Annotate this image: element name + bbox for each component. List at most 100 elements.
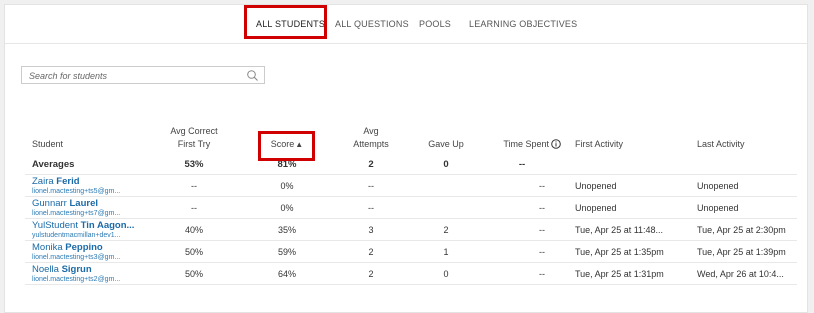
avg-correct-value: 53% <box>143 154 245 175</box>
student-email: lionel.mactesting+ts2@gm... <box>32 275 121 283</box>
avg-score-value: 81% <box>245 154 329 175</box>
tab-learning-objectives[interactable]: LEARNING OBJECTIVES <box>469 5 577 43</box>
info-icon[interactable] <box>551 139 561 149</box>
score-cell: 35% <box>245 218 329 241</box>
last-activity-cell: Tue, Apr 25 at 1:39pm <box>687 240 797 263</box>
tab-all-students[interactable]: ALL STUDENTS <box>256 5 325 43</box>
attempts-cell: 2 <box>329 240 413 263</box>
time-spent-cell: -- <box>479 262 565 285</box>
col-student[interactable]: Student <box>25 125 143 154</box>
table-row[interactable]: Zaira Ferid lionel.mactesting+ts5@gm... … <box>25 174 797 197</box>
student-first-name: Gunnarr <box>32 197 67 209</box>
student-last-name: Tin Aagon... <box>80 219 135 231</box>
search-box <box>21 66 265 85</box>
col-avg-correct-line2: First Try <box>177 139 211 149</box>
col-avg-correct-line1: Avg Correct <box>170 126 218 136</box>
first-activity-cell: Tue, Apr 25 at 11:48... <box>565 218 687 241</box>
time-spent-cell: -- <box>479 218 565 241</box>
avg-correct-cell: 40% <box>143 218 245 241</box>
score-cell: 64% <box>245 262 329 285</box>
student-cell: Noella Sigrun lionel.mactesting+ts2@gm..… <box>25 262 143 285</box>
student-cell: Gunnarr Laurel lionel.mactesting+ts7@gm.… <box>25 196 143 219</box>
student-last-name: Peppino <box>65 241 103 253</box>
tab-pools[interactable]: POOLS <box>419 5 451 43</box>
first-activity-cell: Unopened <box>565 174 687 197</box>
avg-attempts-value: 2 <box>329 154 413 175</box>
last-activity-cell: Tue, Apr 25 at 2:30pm <box>687 218 797 241</box>
attempts-cell: 2 <box>329 262 413 285</box>
attempts-cell: 3 <box>329 218 413 241</box>
student-last-name: Ferid <box>56 175 80 187</box>
gave-up-cell <box>413 174 479 197</box>
student-last-name: Laurel <box>69 197 99 209</box>
avg-first-activity <box>565 154 687 175</box>
last-activity-cell: Unopened <box>687 174 797 197</box>
attempts-cell: -- <box>329 196 413 219</box>
table-row[interactable]: YulStudent Tin Aagon... yulstudentmacmil… <box>25 218 797 241</box>
averages-row: Averages 53% 81% 2 0 -- <box>25 154 797 175</box>
student-email: lionel.mactesting+ts7@gm... <box>32 209 121 217</box>
time-spent-cell: -- <box>479 196 565 219</box>
student-name-link[interactable]: Gunnarr Laurel <box>32 198 141 209</box>
attempts-cell: -- <box>329 174 413 197</box>
table-row[interactable]: Gunnarr Laurel lionel.mactesting+ts7@gm.… <box>25 196 797 219</box>
student-email: lionel.mactesting+ts3@gm... <box>32 253 121 261</box>
avg-correct-cell: -- <box>143 174 245 197</box>
tab-all-questions[interactable]: ALL QUESTIONS <box>335 5 409 43</box>
col-avg-attempts[interactable]: Avg Attempts <box>329 125 413 154</box>
col-avg-attempts-line1: Avg <box>363 126 379 136</box>
col-gave-up[interactable]: Gave Up <box>413 125 479 154</box>
col-time-spent[interactable]: Time Spent <box>479 125 565 154</box>
student-first-name: Monika <box>32 241 63 253</box>
table-header-row: Student Avg Correct First Try Score▲ Avg A… <box>25 125 797 154</box>
gave-up-cell: 0 <box>413 262 479 285</box>
students-table: Student Avg Correct First Try Score▲ Avg A… <box>25 125 797 285</box>
sort-up-icon: ▲ <box>295 140 304 149</box>
tab-bar: ALL STUDENTS ALL QUESTIONS POOLS LEARNIN… <box>5 5 807 44</box>
table-row[interactable]: Monika Peppino lionel.mactesting+ts3@gm.… <box>25 240 797 263</box>
time-spent-cell: -- <box>479 174 565 197</box>
col-time-spent-label: Time Spent <box>503 139 549 149</box>
table-row[interactable]: Noella Sigrun lionel.mactesting+ts2@gm..… <box>25 262 797 285</box>
avg-gave-up-value: 0 <box>413 154 479 175</box>
col-first-activity[interactable]: First Activity <box>565 125 687 154</box>
col-score-label: Score <box>270 139 295 149</box>
avg-correct-cell: 50% <box>143 262 245 285</box>
search-input[interactable] <box>22 67 251 85</box>
last-activity-cell: Wed, Apr 26 at 10:4... <box>687 262 797 285</box>
student-report-panel: ALL STUDENTS ALL QUESTIONS POOLS LEARNIN… <box>4 4 808 313</box>
col-avg-correct[interactable]: Avg Correct First Try <box>143 125 245 154</box>
score-cell: 59% <box>245 240 329 263</box>
student-name-link[interactable]: Noella Sigrun <box>32 264 141 275</box>
student-cell: YulStudent Tin Aagon... yulstudentmacmil… <box>25 218 143 241</box>
col-score[interactable]: Score▲ <box>245 125 329 154</box>
first-activity-cell: Unopened <box>565 196 687 219</box>
col-avg-attempts-line2: Attempts <box>353 139 389 149</box>
first-activity-cell: Tue, Apr 25 at 1:31pm <box>565 262 687 285</box>
student-last-name: Sigrun <box>61 263 92 275</box>
search-icon[interactable] <box>246 69 259 82</box>
student-first-name: YulStudent <box>32 219 78 231</box>
student-name-link[interactable]: YulStudent Tin Aagon... <box>32 220 141 231</box>
avg-correct-cell: 50% <box>143 240 245 263</box>
student-cell: Monika Peppino lionel.mactesting+ts3@gm.… <box>25 240 143 263</box>
student-name-link[interactable]: Monika Peppino <box>32 242 141 253</box>
student-cell: Zaira Ferid lionel.mactesting+ts5@gm... <box>25 174 143 197</box>
avg-correct-cell: -- <box>143 196 245 219</box>
student-name-link[interactable]: Zaira Ferid <box>32 176 141 187</box>
avg-time-spent-value: -- <box>479 154 565 175</box>
score-cell: 0% <box>245 196 329 219</box>
gave-up-cell <box>413 196 479 219</box>
student-first-name: Noella <box>32 263 59 275</box>
averages-label: Averages <box>25 154 143 175</box>
gave-up-cell: 1 <box>413 240 479 263</box>
student-email: lionel.mactesting+ts5@gm... <box>32 187 121 195</box>
first-activity-cell: Tue, Apr 25 at 1:35pm <box>565 240 687 263</box>
avg-last-activity <box>687 154 797 175</box>
score-cell: 0% <box>245 174 329 197</box>
student-email: yulstudentmacmillan+dev1... <box>32 231 121 239</box>
gave-up-cell: 2 <box>413 218 479 241</box>
time-spent-cell: -- <box>479 240 565 263</box>
col-last-activity[interactable]: Last Activity <box>687 125 797 154</box>
last-activity-cell: Unopened <box>687 196 797 219</box>
